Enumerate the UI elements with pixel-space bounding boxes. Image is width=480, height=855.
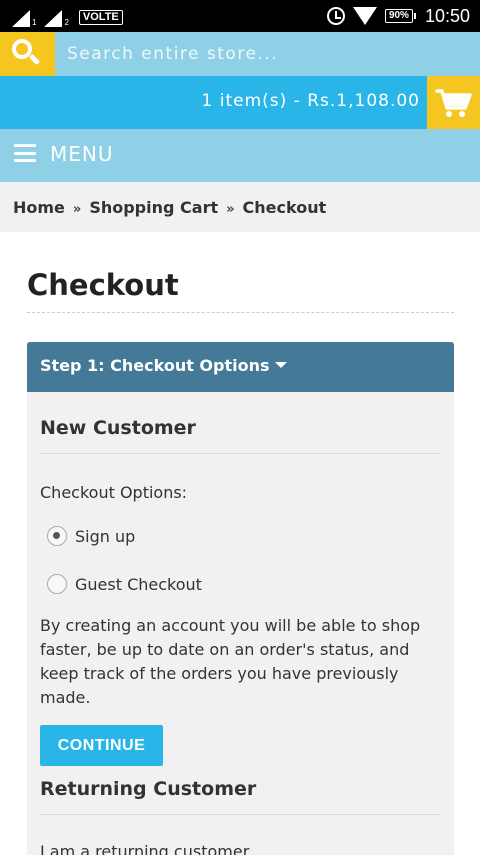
radio-button[interactable]	[47, 526, 67, 546]
breadcrumb-shopping-cart[interactable]: Shopping Cart	[89, 198, 218, 217]
section-divider	[40, 453, 440, 454]
alarm-icon	[326, 7, 345, 25]
signal-icon	[12, 10, 30, 27]
sim2-label: 2	[64, 18, 69, 27]
cart-bar[interactable]: 1 item(s) - Rs.1,108.00	[0, 76, 480, 129]
breadcrumb-separator: »	[72, 201, 82, 217]
search-bar	[0, 32, 480, 76]
radio-sign-up[interactable]: Sign up	[47, 526, 135, 546]
checkout-options-label: Checkout Options:	[40, 483, 188, 502]
radio-guest-checkout[interactable]: Guest Checkout	[47, 574, 202, 594]
cart-summary[interactable]: 1 item(s) - Rs.1,108.00	[202, 91, 420, 111]
status-right: 90% 10:50	[326, 4, 470, 28]
title-divider	[27, 312, 454, 313]
cart-icon	[435, 89, 472, 117]
network-badge: VOLTE	[78, 9, 123, 25]
breadcrumb-separator: »	[226, 201, 235, 217]
breadcrumb: Home » Shopping Cart » Checkout	[0, 182, 480, 232]
radio-guest-checkout-label[interactable]: Guest Checkout	[75, 575, 202, 594]
status-bar: 1 2 VOLTE 90% 10:50	[0, 0, 480, 32]
step1-heading-label: Step 1: Checkout Options	[40, 356, 270, 375]
checkout-options-panel: Step 1: Checkout Options New Customer Ch…	[27, 342, 454, 855]
radio-sign-up-label[interactable]: Sign up	[75, 527, 135, 546]
sim1-label: 1	[32, 18, 37, 27]
main-content: Checkout Step 1: Checkout Options New Cu…	[0, 232, 480, 855]
menu-bar[interactable]: MENU	[0, 129, 480, 182]
step1-heading[interactable]: Step 1: Checkout Options	[27, 342, 454, 392]
clock: 10:50	[424, 5, 470, 26]
section-divider	[40, 814, 440, 815]
search-input[interactable]	[67, 32, 467, 76]
returning-customer-title: Returning Customer	[40, 778, 257, 800]
signal-icon	[44, 10, 63, 27]
search-button[interactable]	[0, 32, 55, 76]
cart-button[interactable]	[427, 76, 480, 129]
wifi-icon	[352, 7, 377, 25]
radio-button[interactable]	[47, 574, 67, 594]
hamburger-icon[interactable]	[14, 144, 36, 162]
breadcrumb-checkout[interactable]: Checkout	[243, 198, 327, 217]
returning-customer-text: I am a returning customer	[40, 842, 250, 855]
new-customer-description: By creating an account you will be able …	[40, 616, 421, 707]
new-customer-title: New Customer	[40, 417, 196, 439]
menu-label[interactable]: MENU	[50, 142, 114, 166]
breadcrumb-home[interactable]: Home	[13, 198, 65, 217]
continue-button[interactable]: CONTINUE	[40, 725, 163, 766]
page-title: Checkout	[27, 268, 179, 302]
battery-icon: 90%	[384, 9, 416, 23]
caret-down-icon	[274, 362, 287, 368]
status-left: 1 2 VOLTE	[12, 7, 123, 27]
